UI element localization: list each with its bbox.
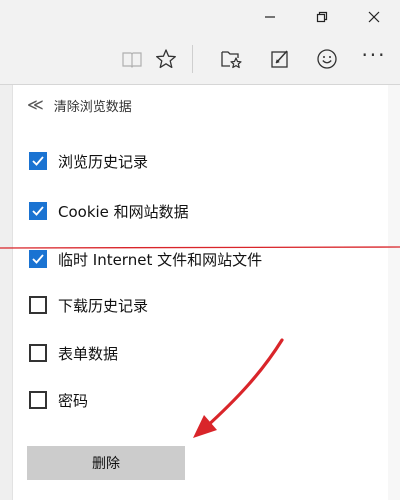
checkbox-passwords[interactable] (29, 391, 47, 409)
minimize-button[interactable] (248, 0, 292, 34)
browser-toolbar: ··· (0, 34, 400, 85)
panel-header: ≪ 清除浏览数据 (27, 95, 132, 115)
page-content-edge (0, 85, 12, 500)
option-form-data[interactable]: 表单数据 (29, 341, 118, 365)
restore-button[interactable] (300, 0, 344, 34)
clear-browsing-data-panel: ≪ 清除浏览数据 浏览历史记录 Cookie 和网站数据 临时 Internet… (12, 85, 397, 500)
reading-view-button[interactable] (114, 34, 150, 84)
web-note-icon (271, 50, 288, 68)
checkbox-browsing-history[interactable] (29, 152, 47, 170)
checkbox-download-history[interactable] (29, 296, 47, 314)
checkmark-icon (32, 254, 44, 264)
option-download-history[interactable]: 下载历史记录 (29, 293, 148, 317)
close-button[interactable] (352, 0, 396, 34)
option-label: 浏览历史记录 (58, 152, 149, 171)
title-bar (0, 0, 400, 34)
favorites-star-icon (156, 49, 176, 69)
checkbox-temp-files[interactable] (29, 250, 47, 268)
delete-button[interactable]: 删除 (27, 446, 185, 480)
checkmark-icon (32, 206, 44, 216)
option-cookies[interactable]: Cookie 和网站数据 (29, 199, 189, 223)
panel-scrollbar[interactable] (388, 85, 400, 500)
hub-button[interactable] (214, 34, 250, 84)
option-label: 表单数据 (58, 344, 119, 363)
option-label: 临时 Internet 文件和网站文件 (58, 250, 263, 269)
checkbox-cookies[interactable] (29, 202, 47, 220)
restore-icon (316, 11, 328, 23)
reading-view-icon (122, 52, 142, 68)
panel-title: 清除浏览数据 (53, 99, 132, 115)
more-button[interactable]: ··· (356, 34, 392, 84)
option-label: Cookie 和网站数据 (58, 202, 189, 221)
toolbar-separator (192, 45, 193, 73)
close-icon (368, 11, 380, 23)
option-label: 下载历史记录 (58, 296, 149, 315)
option-temp-files[interactable]: 临时 Internet 文件和网站文件 (29, 247, 262, 271)
more-icon: ··· (361, 43, 387, 67)
option-passwords[interactable]: 密码 (29, 388, 88, 412)
checkbox-form-data[interactable] (29, 344, 47, 362)
minimize-icon (265, 16, 275, 18)
hub-icon (221, 51, 242, 69)
feedback-smiley-icon (317, 49, 337, 69)
option-label: 密码 (58, 391, 89, 410)
double-chevron-left-icon[interactable]: ≪ (27, 97, 44, 113)
checkmark-icon (32, 156, 44, 166)
web-note-button[interactable] (262, 34, 298, 84)
option-browsing-history[interactable]: 浏览历史记录 (29, 149, 148, 173)
favorites-button[interactable] (148, 34, 184, 84)
feedback-button[interactable] (309, 34, 345, 84)
